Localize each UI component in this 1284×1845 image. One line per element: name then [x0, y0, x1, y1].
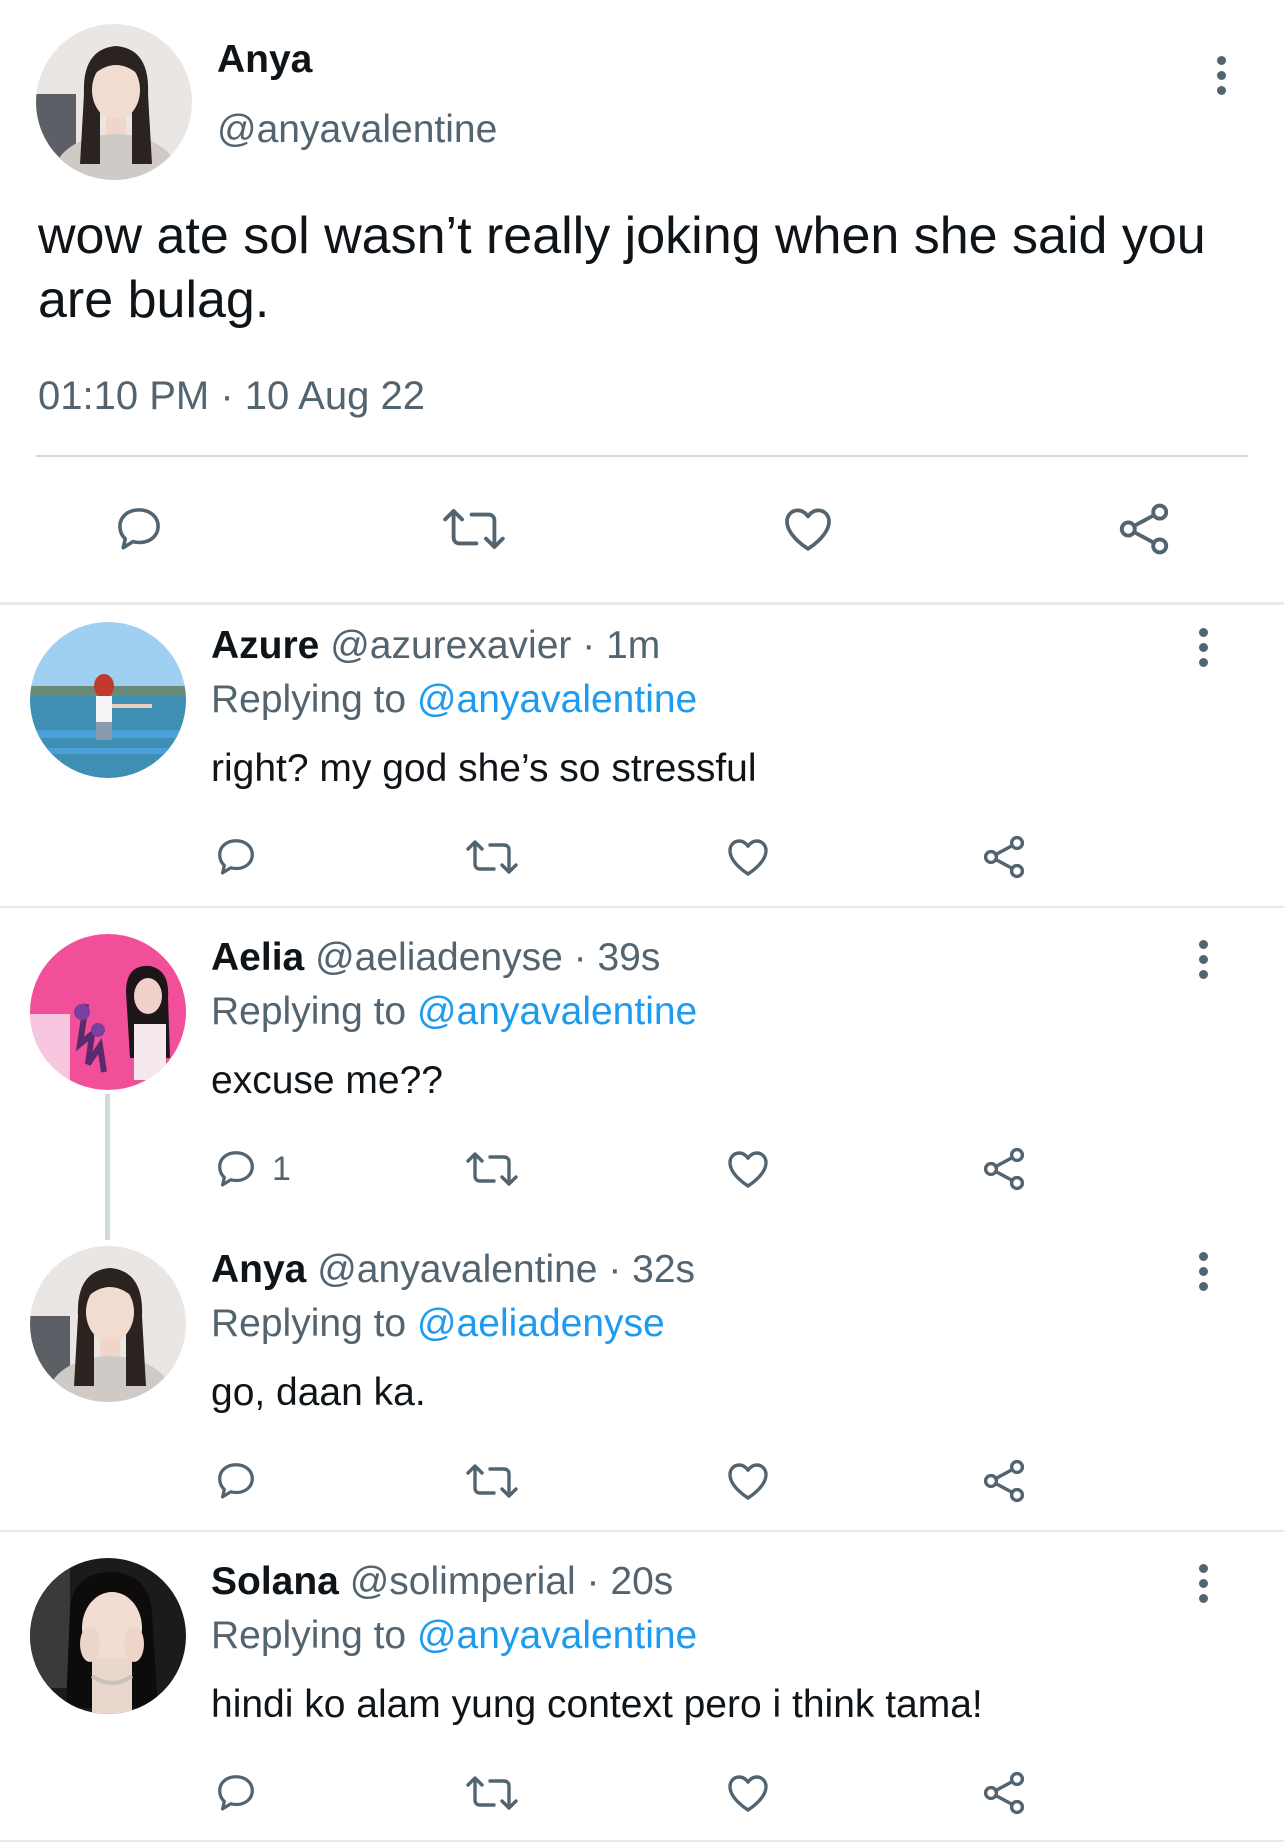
separator-dot: · — [562, 936, 598, 979]
more-options-icon[interactable] — [1196, 628, 1210, 668]
reply-icon[interactable] — [210, 1456, 262, 1506]
like-icon[interactable] — [776, 498, 840, 560]
reply-author-name[interactable]: Aelia — [211, 936, 304, 979]
reply-text: go, daan ka. — [211, 1371, 426, 1414]
reply-divider — [0, 1840, 1284, 1842]
like-icon[interactable] — [722, 832, 774, 882]
avatar-anya[interactable] — [30, 1246, 186, 1402]
reply-author-name[interactable]: Azure — [211, 624, 319, 667]
reply-header: Azure @azurexavier · 1m — [211, 624, 660, 668]
replying-to-mention[interactable]: @anyavalentine — [417, 990, 697, 1033]
reply-author-handle[interactable]: @azurexavier — [330, 624, 571, 667]
replying-to-mention[interactable]: @aeliadenyse — [417, 1302, 665, 1345]
tweet-timestamp[interactable]: 01:10 PM · 10 Aug 22 — [38, 374, 425, 419]
like-icon[interactable] — [722, 1144, 774, 1194]
reply-text: excuse me?? — [211, 1059, 443, 1102]
share-icon[interactable] — [978, 1768, 1030, 1818]
replying-to-label: Replying to — [211, 990, 407, 1033]
reply-icon[interactable] — [210, 832, 262, 882]
reply-divider — [0, 906, 1284, 908]
replying-to-label: Replying to — [211, 1614, 407, 1657]
thread-connector — [105, 1094, 110, 1240]
more-options-icon[interactable] — [1214, 56, 1228, 96]
more-options-icon[interactable] — [1196, 1252, 1210, 1292]
reply-time[interactable]: 1m — [606, 624, 660, 667]
more-options-icon[interactable] — [1196, 1564, 1210, 1604]
reply-text: right? my god she’s so stressful — [211, 747, 757, 790]
share-icon[interactable] — [978, 1456, 1030, 1506]
reply-text: hindi ko alam yung context pero i think … — [211, 1683, 983, 1726]
author-name[interactable]: Anya — [217, 38, 312, 82]
reply-icon[interactable] — [210, 1144, 262, 1194]
replying-to: Replying to @anyavalentine — [211, 1614, 697, 1658]
reply-author-name[interactable]: Solana — [211, 1560, 339, 1603]
reply-header: Solana @solimperial · 20s — [211, 1560, 673, 1604]
divider — [36, 455, 1248, 457]
retweet-icon[interactable] — [462, 1144, 522, 1194]
section-divider — [0, 602, 1284, 605]
avatar-solana[interactable] — [30, 1558, 186, 1714]
separator-dot: · — [571, 624, 607, 667]
tweet-text: wow ate sol wasn’t really joking when sh… — [38, 207, 1206, 329]
reply-author-handle[interactable]: @solimperial — [350, 1560, 576, 1603]
retweet-icon[interactable] — [462, 832, 522, 882]
replying-to: Replying to @anyavalentine — [211, 990, 697, 1034]
reply-time[interactable]: 39s — [597, 936, 660, 979]
share-icon[interactable] — [1112, 498, 1176, 560]
like-icon[interactable] — [722, 1456, 774, 1506]
reply-icon[interactable] — [106, 498, 172, 560]
reply-author-handle[interactable]: @aeliadenyse — [315, 936, 563, 979]
reply-time[interactable]: 32s — [632, 1248, 695, 1291]
replying-to: Replying to @anyavalentine — [211, 678, 697, 722]
retweet-icon[interactable] — [462, 1456, 522, 1506]
reply-count: 1 — [272, 1150, 291, 1188]
share-icon[interactable] — [978, 832, 1030, 882]
avatar-anya[interactable] — [36, 24, 192, 180]
reply-header: Aelia @aeliadenyse · 39s — [211, 936, 660, 980]
reply-time[interactable]: 20s — [610, 1560, 673, 1603]
reply-author-handle[interactable]: @anyavalentine — [317, 1248, 597, 1291]
separator-dot: · — [575, 1560, 611, 1603]
replying-to: Replying to @aeliadenyse — [211, 1302, 665, 1346]
replying-to-mention[interactable]: @anyavalentine — [417, 1614, 697, 1657]
reply-divider — [0, 1530, 1284, 1532]
author-handle[interactable]: @anyavalentine — [217, 108, 497, 152]
retweet-icon[interactable] — [462, 1768, 522, 1818]
reply-author-name[interactable]: Anya — [211, 1248, 306, 1291]
share-icon[interactable] — [978, 1144, 1030, 1194]
like-icon[interactable] — [722, 1768, 774, 1818]
replying-to-label: Replying to — [211, 1302, 407, 1345]
reply-icon[interactable] — [210, 1768, 262, 1818]
retweet-icon[interactable] — [438, 498, 510, 560]
replying-to-label: Replying to — [211, 678, 407, 721]
replying-to-mention[interactable]: @anyavalentine — [417, 678, 697, 721]
avatar-aelia[interactable] — [30, 934, 186, 1090]
separator-dot: · — [597, 1248, 633, 1291]
reply-header: Anya @anyavalentine · 32s — [211, 1248, 695, 1292]
avatar-azure[interactable] — [30, 622, 186, 778]
more-options-icon[interactable] — [1196, 940, 1210, 980]
